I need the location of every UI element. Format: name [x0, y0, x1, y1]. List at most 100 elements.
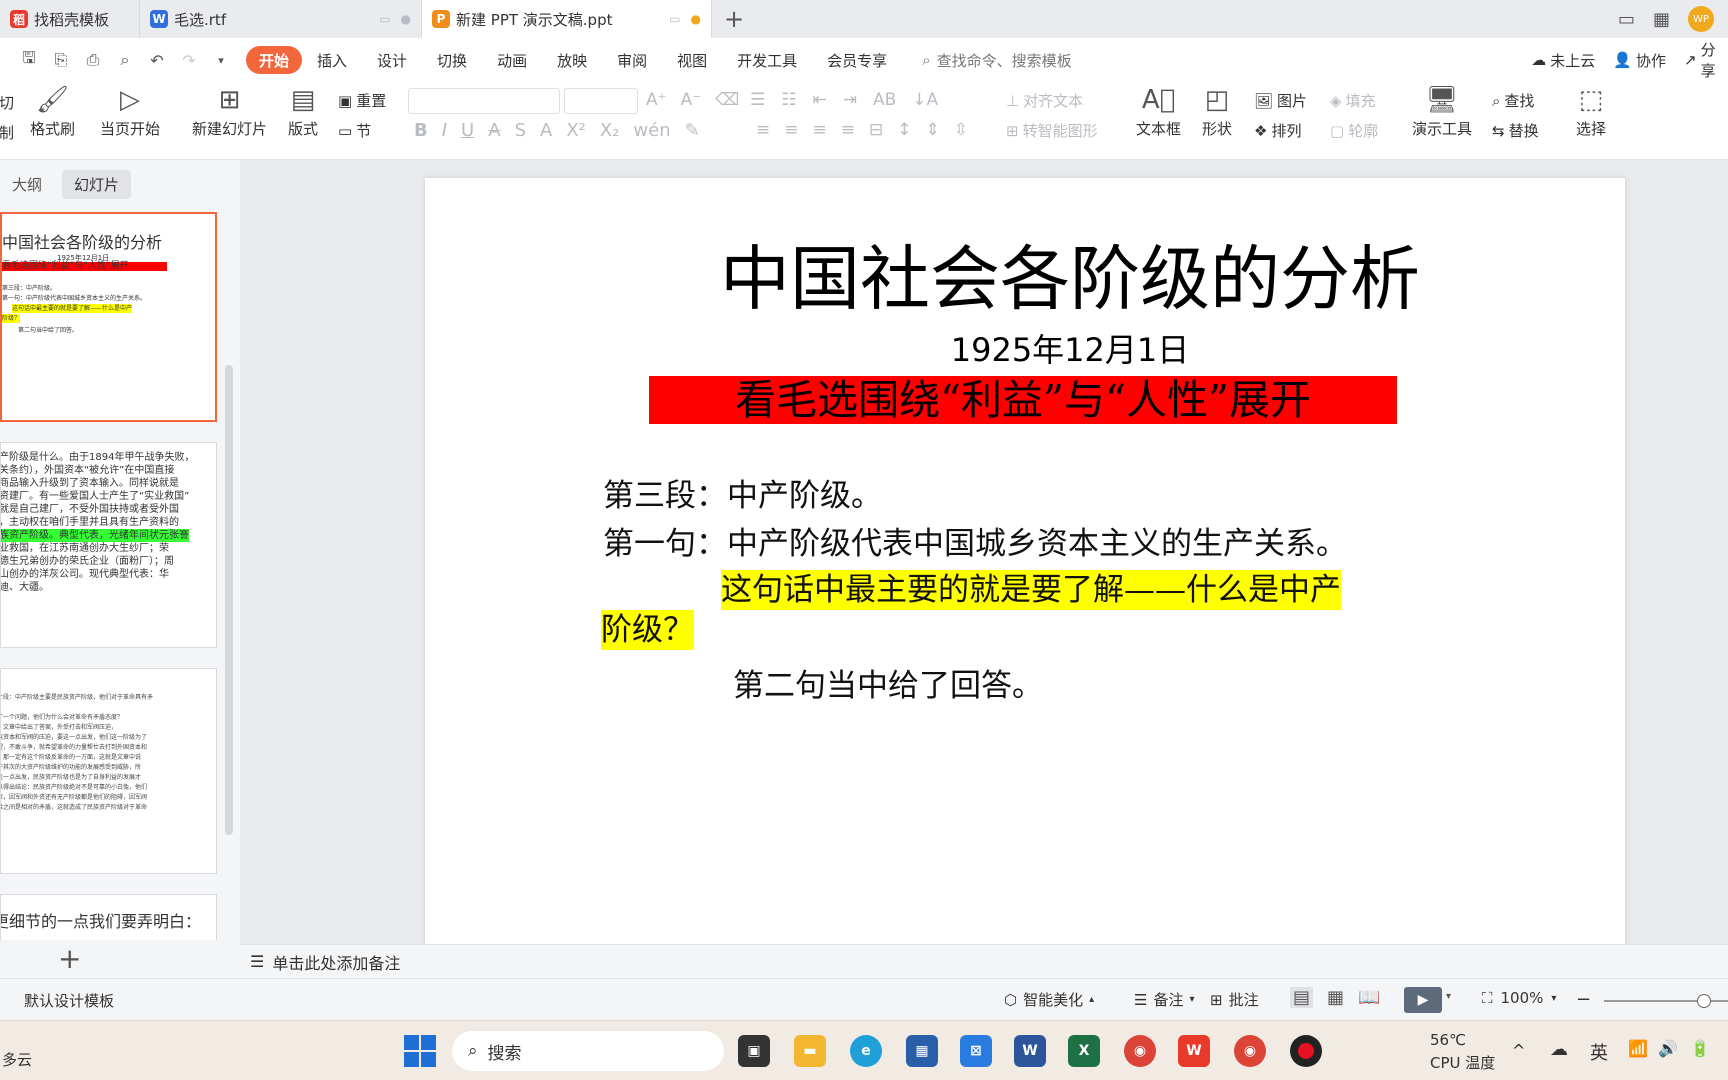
edge-browser-icon[interactable]: e [850, 1035, 882, 1067]
layout-button[interactable]: ▤ 版式 [288, 82, 318, 139]
tab-slides[interactable]: 幻灯片 [62, 170, 132, 199]
slide-title[interactable]: 中国社会各阶级的分析 [425, 238, 1625, 320]
cpu-temperature[interactable]: 56℃ [1430, 1031, 1466, 1049]
slide-paragraph-3-end[interactable]: 阶级？ [601, 610, 694, 650]
tab-docer-templates[interactable]: 稻 找稻壳模板 [0, 0, 140, 38]
normal-view-icon[interactable]: ▤ [1290, 987, 1314, 1008]
thumbnail-scrollbar[interactable] [225, 365, 233, 835]
phonetic-icon[interactable]: wén [633, 120, 670, 141]
select-button[interactable]: ⬚ 选择 [1576, 82, 1606, 139]
picture-button[interactable]: 🖼 图片 [1254, 90, 1307, 111]
play-slideshow-button[interactable]: ▶ [1404, 987, 1442, 1013]
slide-thumbnail-1[interactable]: 中国社会各阶级的分析 1925年12月1日 看毛选围绕“利益”与“人性”展开 第… [0, 212, 217, 422]
print-icon[interactable]: ⎙ [82, 50, 104, 70]
print-preview-icon[interactable]: ⌕ [114, 50, 136, 70]
zoom-slider[interactable] [1604, 994, 1728, 1008]
shadow-icon[interactable]: S [515, 120, 526, 141]
window-layout-icon[interactable]: ▭ [1618, 9, 1635, 30]
volume-icon[interactable]: 🔊 [1658, 1039, 1678, 1058]
cut-button[interactable]: 剪切 [0, 92, 14, 113]
slide-canvas[interactable]: 中国社会各阶级的分析 1925年12月1日 看毛选围绕“利益”与“人性”展开 第… [425, 178, 1625, 953]
distribute-icon[interactable]: ⊟ [869, 120, 883, 140]
slide-date[interactable]: 1925年12月1日 [425, 332, 1625, 368]
spacing-icon[interactable]: ⇳ [954, 120, 968, 140]
menu-design[interactable]: 设计 [362, 46, 422, 74]
menu-review[interactable]: 审阅 [602, 46, 662, 74]
wps-office-icon[interactable]: W [1178, 1035, 1210, 1067]
strikethrough-icon[interactable]: A [488, 120, 500, 141]
fill-button[interactable]: ◈ 填充 [1330, 90, 1376, 111]
decrease-indent-icon[interactable]: ⇤ [813, 90, 827, 110]
word-icon[interactable]: W [1014, 1035, 1046, 1067]
slide-paragraph-4[interactable]: 第二句当中给了回答。 [733, 666, 1043, 706]
avatar[interactable]: WP [1688, 6, 1714, 32]
chrome-icon[interactable]: ◉ [1124, 1035, 1156, 1067]
underline-icon[interactable]: U [461, 120, 474, 141]
para-spacing-icon[interactable]: ⇕ [926, 120, 940, 140]
superscript-icon[interactable]: X² [566, 120, 586, 141]
file-explorer-icon[interactable]: ▬ [794, 1035, 826, 1067]
design-template-label[interactable]: 默认设计模板 [24, 990, 114, 1011]
bullet-list-icon[interactable]: ☰ [750, 90, 765, 110]
zoom-out-button[interactable]: − [1576, 989, 1591, 1010]
undo-icon[interactable]: ↶ [146, 51, 168, 70]
taskbar-search[interactable]: ⌕ 搜索 [452, 1031, 724, 1071]
presentation-tools-button[interactable]: 🖥 演示工具 [1412, 82, 1472, 139]
align-left-icon[interactable]: ≡ [756, 120, 770, 140]
wifi-icon[interactable]: 📶 [1628, 1039, 1648, 1058]
align-center-icon[interactable]: ≡ [784, 120, 798, 140]
slide-thumbnail-4[interactable]: 更细节的一点我们要弄明白： [0, 894, 217, 940]
command-search[interactable]: ⌕ 查找命令、搜索模板 [922, 50, 1071, 71]
battery-icon[interactable]: 🔋 [1690, 1039, 1710, 1058]
play-options-dropdown[interactable]: ▾ [1446, 991, 1451, 1002]
increase-font-icon[interactable]: A⁺ [646, 90, 667, 110]
smart-beautify-button[interactable]: ⬡ 智能美化 ▴ [1004, 989, 1094, 1010]
comment-button[interactable]: ⊞ 批注 [1210, 989, 1259, 1010]
chevron-down-icon[interactable]: ▾ [1551, 993, 1556, 1004]
menu-animation[interactable]: 动画 [482, 46, 542, 74]
ime-indicator[interactable]: 英 [1590, 1039, 1608, 1065]
microsoft-store-icon[interactable]: ▦ [906, 1035, 938, 1067]
sorter-view-icon[interactable]: ▦ [1327, 987, 1344, 1008]
italic-icon[interactable]: I [442, 120, 447, 141]
font-family-select[interactable] [408, 88, 560, 114]
save-icon[interactable]: 🖫 [18, 47, 40, 74]
zoom-slider-thumb[interactable] [1697, 994, 1711, 1008]
tab-presentation[interactable]: P 新建 PPT 演示文稿.ppt ▭ ● [422, 0, 712, 38]
windows-start-icon[interactable] [404, 1035, 436, 1067]
align-text-button[interactable]: ⊥ 对齐文本 [1006, 90, 1083, 111]
slide-thumbnail-2[interactable]: 中产阶级是什么。由于1894年甲午战争失败， 马关条约），外国资本“被允许”在中… [0, 442, 217, 648]
notes-bar[interactable]: ☰ 单击此处添加备注 [240, 944, 1728, 978]
outline-button[interactable]: ▢ 轮廓 [1330, 120, 1378, 141]
format-painter-button[interactable]: 🖌 格式刷 [30, 82, 75, 139]
menu-member[interactable]: 会员专享 [812, 46, 902, 74]
slide-paragraph-3-highlight[interactable]: 这句话中最主要的就是要了解——什么是中产 [721, 570, 1341, 610]
increase-indent-icon[interactable]: ⇥ [843, 90, 857, 110]
menu-view[interactable]: 视图 [662, 46, 722, 74]
new-slide-button[interactable]: ⊞ 新建幻灯片 [192, 82, 267, 139]
slide-thumbnail-3[interactable]: 这个段：中产阶级主要是民族资产阶级，他们对于革命具有矛 盾： 提了一个问题，他们… [0, 668, 217, 874]
arrange-button[interactable]: ❖ 排列 [1254, 120, 1301, 141]
tab-writer-doc[interactable]: W 毛选.rtf ▭ ● [140, 0, 422, 38]
zoom-level[interactable]: 100% [1501, 989, 1544, 1007]
numbered-list-icon[interactable]: ☷ [781, 90, 796, 110]
slide-paragraph-2[interactable]: 第一句：中产阶级代表中国城乡资本主义的生产关系。 [603, 524, 1347, 564]
reset-button[interactable]: ▣ 重置 [338, 90, 386, 111]
shape-button[interactable]: ◰ 形状 [1202, 82, 1232, 139]
recorder-icon[interactable] [1290, 1035, 1322, 1067]
export-icon[interactable]: ⎘ [50, 50, 72, 70]
customize-dropdown-icon[interactable]: ▾ [210, 54, 232, 67]
redo-icon[interactable]: ↷ [178, 51, 200, 70]
convert-smartart-button[interactable]: ⊞ 转智能图形 [1006, 120, 1098, 141]
share-button[interactable]: ↗ 分享 [1684, 39, 1720, 81]
network-app-icon[interactable]: ⊠ [960, 1035, 992, 1067]
chrome-profile-icon[interactable]: ◉ [1234, 1035, 1266, 1067]
new-tab-button[interactable]: + [712, 0, 756, 38]
font-size-select[interactable] [564, 88, 638, 114]
sort-icon[interactable]: ↓A [912, 90, 938, 110]
chevron-up-icon[interactable]: ^ [1512, 1041, 1525, 1060]
notes-toggle-button[interactable]: ☰ 备注 ▾ [1134, 989, 1195, 1010]
textbox-button[interactable]: A⃞ 文本框 [1136, 82, 1181, 139]
slide-red-highlight[interactable]: 看毛选围绕“利益”与“人性”展开 [649, 376, 1397, 424]
onedrive-cloud-icon[interactable]: ☁ [1550, 1039, 1568, 1060]
